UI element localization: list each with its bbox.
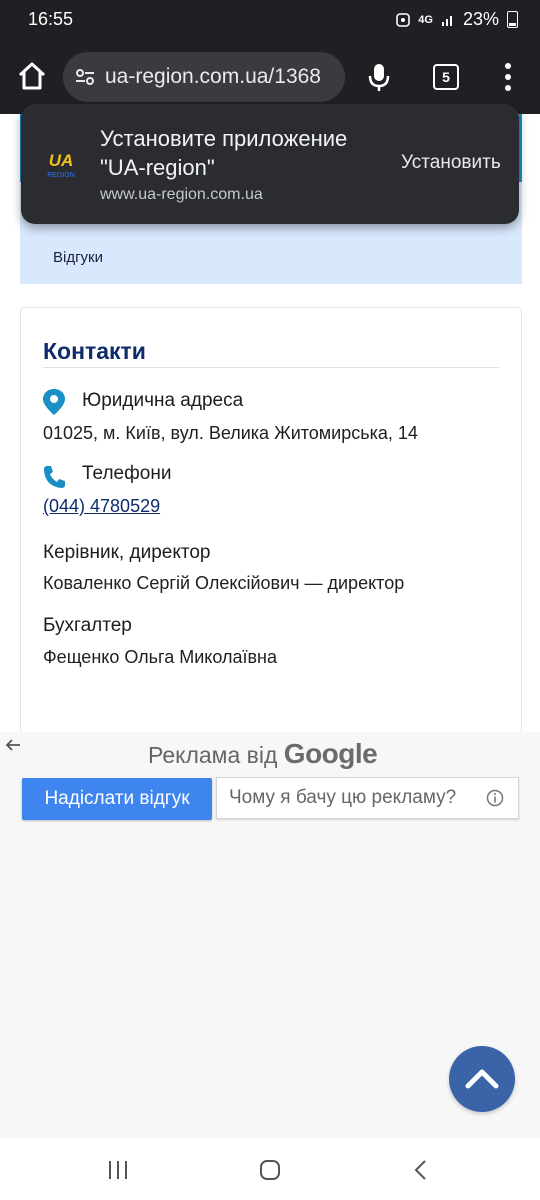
address-value: 01025, м. Київ, вул. Велика Житомирська,… (43, 423, 418, 443)
send-feedback-button[interactable]: Надіслати відгук (22, 778, 212, 820)
back-arrow-icon[interactable] (4, 736, 22, 754)
system-nav-bar (0, 1138, 540, 1200)
install-button[interactable]: Установить (401, 152, 501, 174)
more-menu-icon[interactable] (498, 60, 518, 94)
logo-text-bottom: REGION (47, 172, 75, 179)
accountant-value: Фещенко Ольга Миколаївна (43, 647, 277, 667)
battery-percent: 23% (462, 9, 499, 29)
install-title: Установите приложение "UA-region" (100, 126, 348, 180)
google-logo: Google (283, 738, 378, 769)
tab-switcher-button[interactable]: 5 (433, 64, 459, 90)
address-bar[interactable]: ua-region.com.ua/1368 (63, 52, 345, 102)
address-label: Юридична адреса (82, 390, 244, 411)
director-value: Коваленко Сергій Олексійович — директор (43, 573, 405, 593)
info-icon (486, 789, 504, 807)
battery-icon (507, 11, 518, 28)
back-nav-icon[interactable] (410, 1158, 434, 1182)
install-url: www.ua-region.com.ua (100, 186, 263, 203)
director-label: Керівник, директор (43, 542, 211, 563)
status-icons: 4G 23% (396, 9, 518, 30)
phones-label: Телефони (82, 463, 172, 484)
browser-top-bar: 16:55 4G 23% ua-region.com.ua/1368 5 (0, 0, 540, 114)
home-icon[interactable] (14, 58, 50, 94)
scroll-to-top-button[interactable] (449, 1046, 515, 1112)
why-this-ad-label: Чому я бачу цю рекламу? (229, 787, 457, 808)
phone-icon (44, 466, 65, 488)
phone-link[interactable]: (044) 4780529 (43, 496, 160, 517)
contacts-title: Контакти (43, 338, 146, 364)
location-pin-icon (43, 389, 65, 415)
install-app-banner[interactable]: UA REGION Установите приложение "UA-regi… (21, 104, 519, 224)
ad-heading-prefix: Реклама від (148, 742, 278, 768)
vpn-icon (396, 12, 411, 27)
accountant-label: Бухгалтер (43, 615, 132, 636)
title-divider (43, 367, 499, 368)
status-time: 16:55 (28, 9, 74, 29)
url-text[interactable]: ua-region.com.ua/1368 (105, 65, 321, 89)
nav-link-reviews[interactable]: Відгуки (53, 249, 103, 266)
signal-icon (441, 15, 452, 26)
ad-heading: Реклама від Google (148, 738, 378, 770)
contacts-card: Контакти Юридична адреса 01025, м. Київ,… (20, 307, 522, 747)
microphone-icon[interactable] (366, 62, 392, 92)
chevron-up-icon (465, 1069, 499, 1089)
recent-apps-icon[interactable] (106, 1158, 130, 1182)
site-settings-icon[interactable] (75, 67, 95, 87)
ua-region-logo: UA REGION (47, 151, 75, 179)
why-this-ad-button[interactable]: Чому я бачу цю рекламу? (216, 777, 519, 819)
network-type: 4G (418, 13, 433, 26)
home-nav-icon[interactable] (258, 1158, 282, 1182)
logo-text-top: UA (49, 151, 74, 170)
